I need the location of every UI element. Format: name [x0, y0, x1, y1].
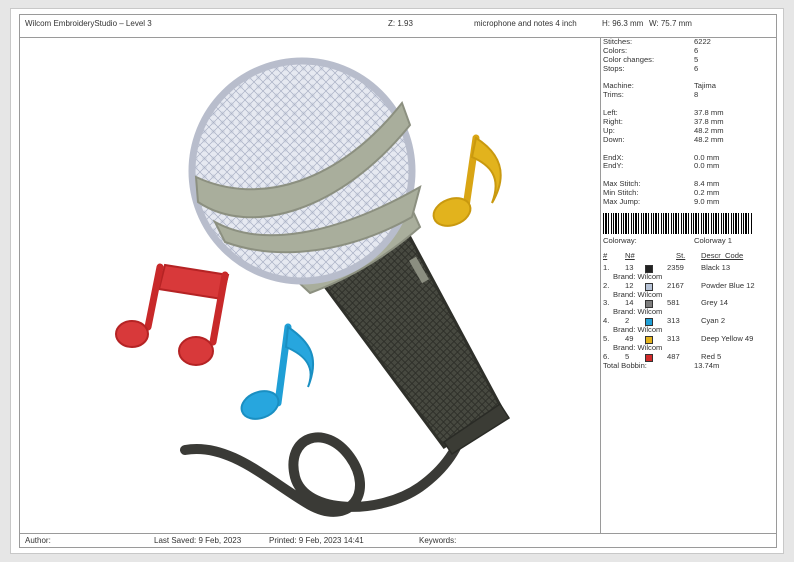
end-label: EndX: — [603, 152, 624, 162]
last-saved: Last Saved: 9 Feb, 2023 — [154, 536, 242, 545]
stat-label: Colors: — [603, 45, 628, 55]
end-value: 0.0 mm — [694, 161, 720, 171]
stat-value: 6 — [694, 63, 699, 73]
thread-stitches: 2167 — [667, 280, 684, 290]
thread-stitches: 487 — [667, 351, 680, 361]
thread-index: 1. — [603, 262, 610, 272]
thread-index: 4. — [603, 316, 610, 326]
thread-brand: Brand: Wilcom — [613, 289, 663, 299]
limit-label: Max Jump: — [603, 197, 641, 207]
thread-stitches: 313 — [667, 316, 680, 326]
zoom-level: Z: 1.93 — [388, 19, 413, 28]
design-info-panel: Stitches: 6222 Colors: 6 Color changes: 5 S… — [603, 37, 775, 371]
thread-description: Cyan 2 — [701, 316, 726, 326]
keywords-field: Keywords: — [419, 536, 457, 545]
machine-value: 8 — [694, 90, 699, 100]
stat-label: Color changes: — [603, 54, 655, 64]
extent-label: Up: — [603, 125, 615, 135]
stats-section: Stitches: 6222 Colors: 6 Color changes: 5 S… — [603, 37, 775, 74]
limit-label: Min Stitch: — [603, 188, 639, 198]
limit-value: 9.0 mm — [694, 197, 720, 207]
ends-section: EndX: 0.0 mm EndY: 0.0 mm — [603, 152, 775, 172]
design-height: H: 96.3 mm — [602, 19, 644, 28]
limits-section: Max Stitch: 8.4 mm Min Stitch: 0.2 mm Max … — [603, 179, 775, 207]
header-bar: Wilcom EmbroideryStudio – Level 3 Z: 1.9… — [20, 15, 776, 38]
col-descr: Descr_Code — [701, 250, 744, 260]
design-width: W: 75.7 mm — [649, 19, 692, 28]
author-field: Author: — [25, 536, 51, 545]
design-canvas — [20, 37, 600, 536]
extent-value: 48.2 mm — [694, 134, 724, 144]
thread-stitches: 581 — [667, 298, 680, 308]
thread-description: Powder Blue 12 — [701, 280, 755, 290]
app-title: Wilcom EmbroideryStudio – Level 3 — [25, 19, 152, 28]
design-name: microphone and notes 4 inch — [474, 19, 577, 28]
red-music-note — [115, 263, 230, 366]
thread-stitches: 313 — [667, 334, 680, 344]
thread-brand: Brand: Wilcom — [613, 325, 663, 335]
extent-label: Right: — [603, 117, 623, 127]
page-frame: Wilcom EmbroideryStudio – Level 3 Z: 1.9… — [19, 14, 777, 548]
colorway-row: Colorway: Colorway 1 — [603, 235, 775, 246]
stat-label: Stops: — [603, 63, 625, 73]
blue-music-note — [240, 323, 315, 420]
colorway-label: Colorway: — [603, 235, 637, 245]
panel-divider — [600, 37, 601, 534]
thread-index: 2. — [603, 280, 610, 290]
yellow-music-note — [432, 134, 502, 227]
cord — [180, 417, 470, 517]
limit-label: Max Stitch: — [603, 179, 641, 189]
extents-section: Left: 37.8 mm Right: 37.8 mm Up: 48.2 mm Do… — [603, 108, 775, 145]
thread-description: Deep Yellow 49 — [701, 334, 754, 344]
col-num: # — [603, 250, 608, 260]
end-label: EndY: — [603, 161, 624, 171]
total-bobbin-row: Total Bobbin: 13.74m — [603, 360, 775, 371]
total-bobbin-label: Total Bobbin: — [603, 360, 647, 370]
footer-bar: Author: Last Saved: 9 Feb, 2023 Printed:… — [20, 533, 776, 547]
embroidery-design — [115, 57, 511, 517]
machine-section: Machine: Tajima Trims: 8 — [603, 82, 775, 100]
thread-index: 5. — [603, 334, 610, 344]
thread-table: 1. 13 2359 Black 13 Brand: Wilcom 2. 12 2167 Pow… — [603, 262, 775, 362]
thread-stitches: 2359 — [667, 262, 684, 272]
barcode — [603, 212, 753, 234]
machine-label: Trims: — [603, 90, 624, 100]
thread-description: Grey 14 — [701, 298, 729, 308]
printed-date: Printed: 9 Feb, 2023 14:41 — [269, 536, 364, 545]
colorway-value: Colorway 1 — [694, 235, 732, 245]
print-preview-sheet: Wilcom EmbroideryStudio – Level 3 Z: 1.9… — [10, 8, 784, 554]
col-n: N# — [625, 250, 635, 260]
thread-brand: Brand: Wilcom — [613, 307, 663, 317]
extent-label: Left: — [603, 108, 618, 118]
thread-brand: Brand: Wilcom — [613, 342, 663, 352]
col-st: St. — [676, 250, 686, 260]
thread-description: Black 13 — [701, 262, 731, 272]
thread-index: 3. — [603, 298, 610, 308]
thread-brand: Brand: Wilcom — [613, 271, 663, 281]
machine-label: Machine: — [603, 81, 634, 91]
total-bobbin-value: 13.74m — [694, 360, 720, 370]
extent-label: Down: — [603, 134, 625, 144]
stat-label: Stitches: — [603, 37, 633, 46]
